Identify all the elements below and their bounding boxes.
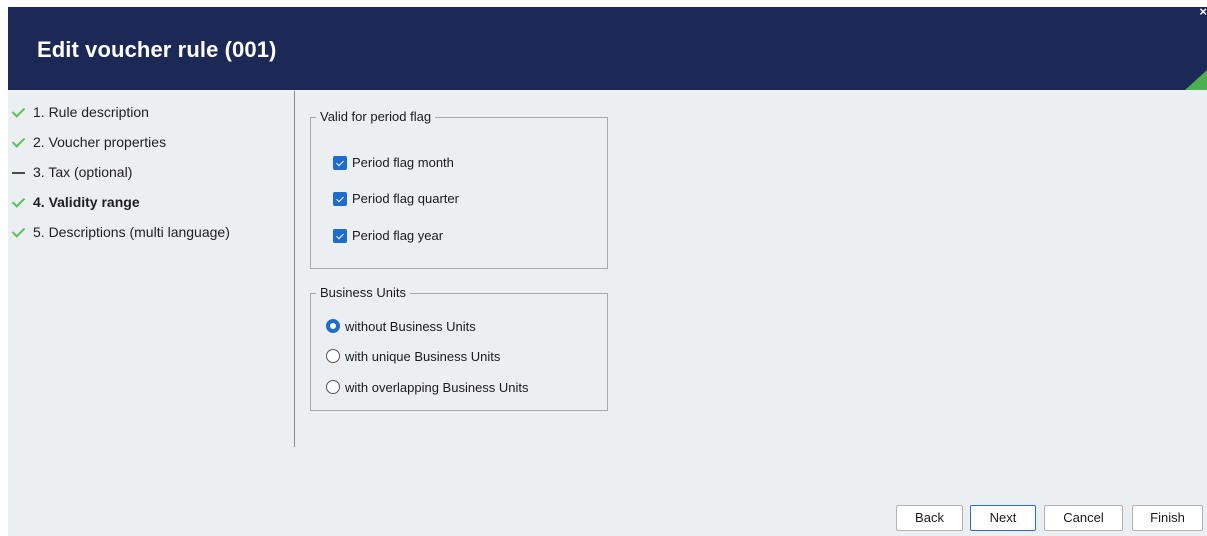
- checkmark-icon: [12, 224, 26, 240]
- checkbox-label: Period flag quarter: [352, 191, 459, 206]
- back-button[interactable]: Back: [896, 505, 963, 531]
- finish-button[interactable]: Finish: [1132, 505, 1203, 531]
- dialog: Edit voucher rule (001) × 1. Rule descri…: [8, 7, 1207, 536]
- period-flag-group: Valid for period flag Period flag month …: [310, 109, 608, 269]
- accent-corner: [1185, 70, 1207, 90]
- radio-unselected-icon[interactable]: [326, 349, 340, 363]
- dialog-header: Edit voucher rule (001) ×: [8, 7, 1207, 90]
- checkmark-icon: [12, 134, 26, 150]
- checkbox-label: Period flag year: [352, 228, 444, 243]
- dialog-title: Edit voucher rule (001): [37, 37, 277, 62]
- radio-selected-icon[interactable]: [326, 319, 340, 333]
- dash-icon: [12, 164, 26, 180]
- checkbox-label: Period flag month: [352, 155, 454, 170]
- checkmark-icon: [12, 194, 26, 210]
- radio-unselected-icon[interactable]: [326, 380, 340, 394]
- step-voucher-properties[interactable]: 2. Voucher properties: [12, 133, 292, 153]
- checkbox-checked-icon[interactable]: [333, 229, 347, 243]
- group-legend: Valid for period flag: [316, 109, 436, 124]
- radio-label: with unique Business Units: [345, 349, 501, 364]
- step-label: 2. Voucher properties: [33, 134, 167, 150]
- close-icon[interactable]: ×: [1197, 7, 1207, 19]
- step-rule-description[interactable]: 1. Rule description: [12, 103, 292, 123]
- radio-label: without Business Units: [345, 319, 476, 334]
- business-units-group: Business Units without Business Units wi…: [310, 285, 608, 411]
- step-label: 5. Descriptions (multi language): [33, 224, 230, 240]
- checkbox-checked-icon[interactable]: [333, 192, 347, 206]
- step-label: 4. Validity range: [33, 194, 140, 210]
- checkmark-icon: [12, 104, 26, 120]
- checkbox-checked-icon[interactable]: [333, 156, 347, 170]
- step-label: 1. Rule description: [33, 104, 149, 120]
- step-label: 3. Tax (optional): [33, 164, 133, 180]
- step-validity-range[interactable]: 4. Validity range: [12, 193, 292, 213]
- vertical-divider: [294, 91, 295, 447]
- radio-label: with overlapping Business Units: [345, 380, 529, 395]
- step-tax[interactable]: 3. Tax (optional): [12, 163, 292, 183]
- group-legend: Business Units: [316, 285, 410, 300]
- step-descriptions[interactable]: 5. Descriptions (multi language): [12, 223, 292, 243]
- cancel-button[interactable]: Cancel: [1044, 505, 1123, 531]
- next-button[interactable]: Next: [970, 505, 1036, 531]
